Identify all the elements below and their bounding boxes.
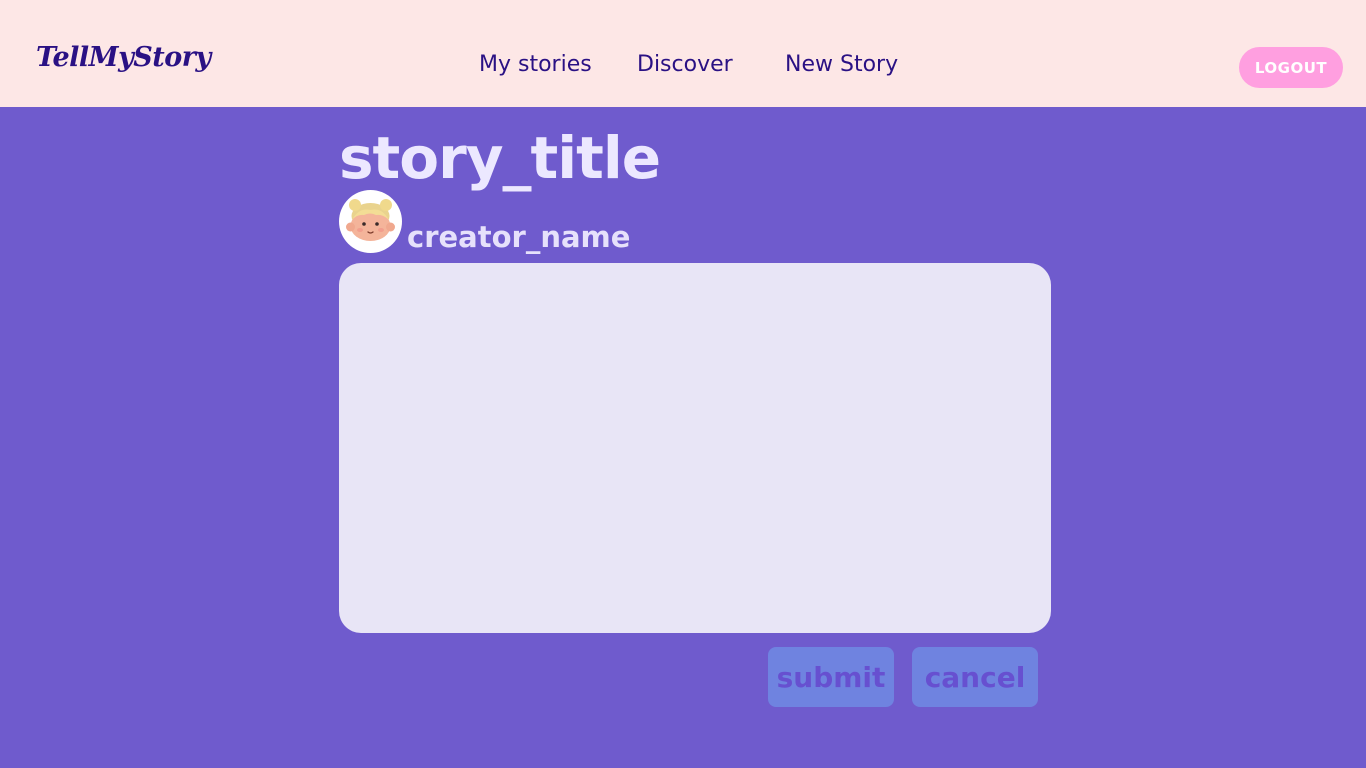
nav-new-story[interactable]: New Story (785, 52, 898, 77)
story-title: story_title (339, 124, 661, 192)
nav-my-stories[interactable]: My stories (479, 52, 592, 77)
creator-name: creator_name (407, 220, 631, 254)
logout-button[interactable]: LOGOUT (1239, 47, 1343, 88)
creator-avatar (339, 190, 402, 253)
top-navbar: TellMyStory My stories Discover New Stor… (0, 0, 1366, 107)
nav-discover[interactable]: Discover (637, 52, 733, 77)
cartoon-girl-avatar-icon (346, 199, 395, 241)
story-content-input[interactable] (339, 263, 1051, 633)
cancel-button[interactable]: cancel (912, 647, 1038, 707)
submit-button[interactable]: submit (768, 647, 894, 707)
logo[interactable]: TellMyStory (36, 42, 211, 73)
